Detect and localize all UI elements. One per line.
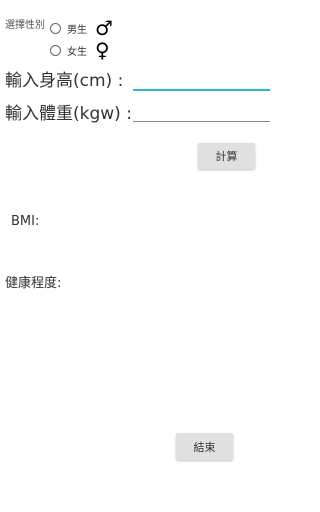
male-symbol-icon: ♂: [95, 16, 113, 40]
female-symbol-icon: ♀: [95, 38, 110, 62]
weight-input[interactable]: [133, 101, 270, 122]
male-radio-button[interactable]: [50, 22, 61, 34]
bmi-label: BMI:: [11, 214, 40, 229]
height-input[interactable]: [133, 69, 270, 91]
gender-label: 選擇性別: [5, 20, 45, 31]
health-level-label: 健康程度:: [5, 276, 62, 291]
gender-option-male[interactable]: 男生 ♂: [50, 18, 113, 38]
female-label: 女生: [67, 46, 87, 58]
gender-option-female[interactable]: 女生 ♀: [50, 40, 110, 60]
female-radio-button[interactable]: [50, 44, 61, 56]
weight-label: 輸入體重(kgw) :: [5, 104, 132, 124]
height-label: 輸入身高(cm) :: [5, 71, 124, 91]
male-label: 男生: [67, 24, 87, 36]
exit-button[interactable]: 結束: [176, 433, 233, 460]
calculate-button[interactable]: 計算: [198, 143, 255, 169]
